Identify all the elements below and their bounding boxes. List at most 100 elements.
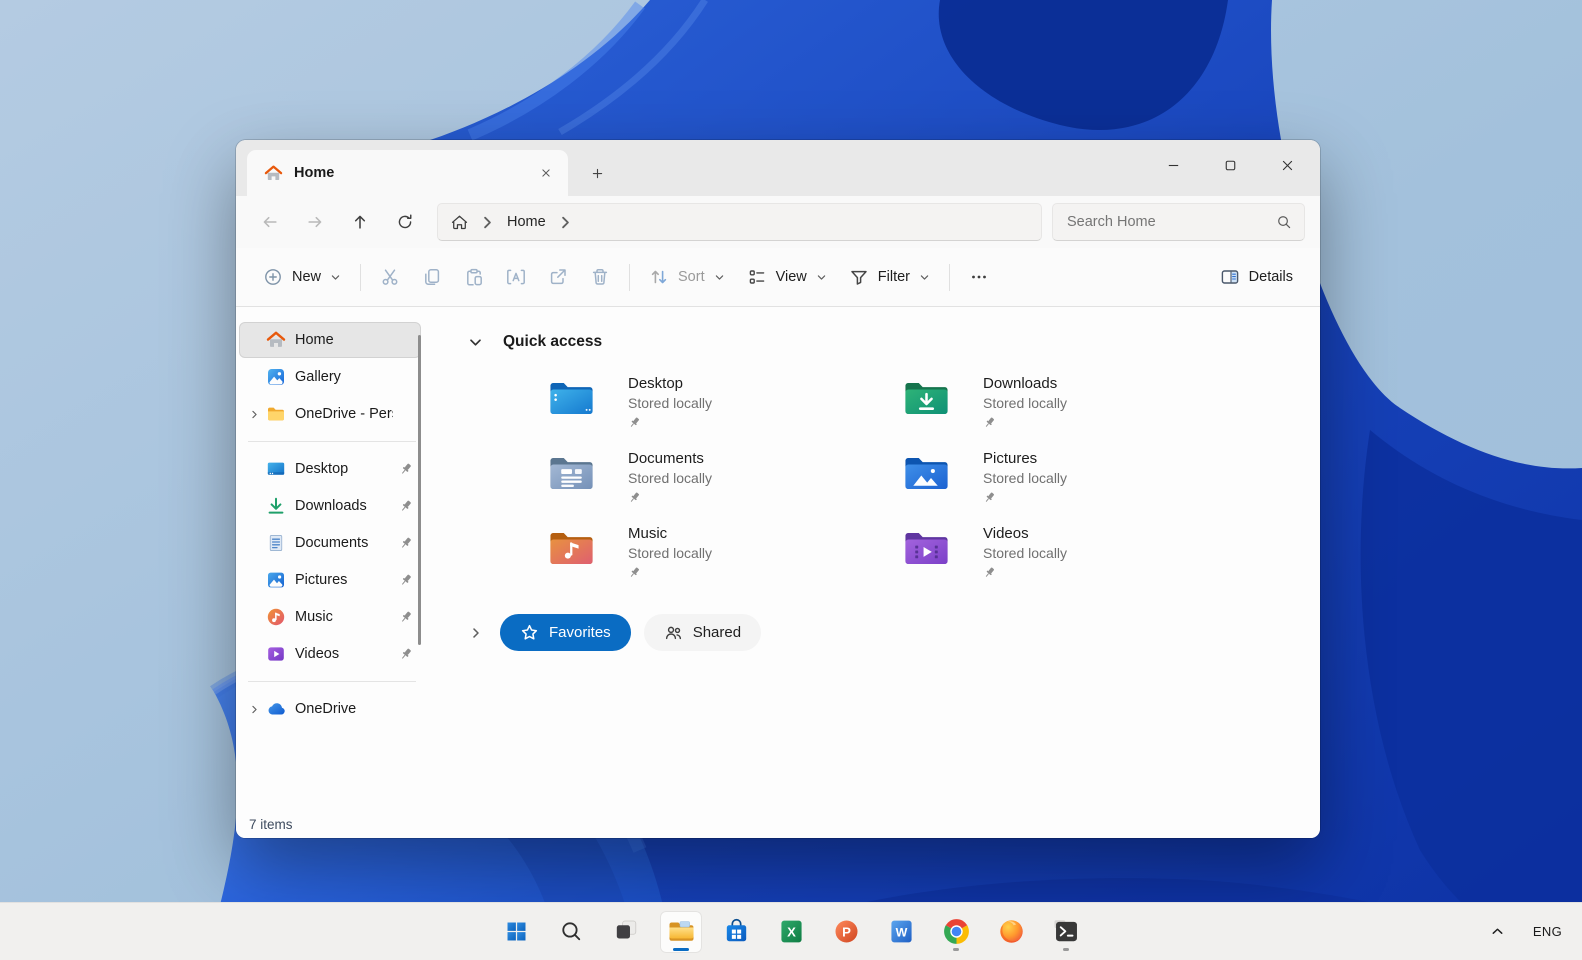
navigation-bar: Home: [236, 196, 1320, 248]
new-button[interactable]: New: [252, 259, 352, 296]
up-arrow-icon: [351, 213, 369, 231]
chevron-down-icon[interactable]: [468, 335, 483, 350]
sidebar-top-group: Home Gallery OneDrive - Personal: [236, 323, 428, 431]
see-more-button[interactable]: [960, 259, 998, 296]
filter-button[interactable]: Filter: [838, 259, 941, 296]
details-button[interactable]: Details: [1209, 259, 1304, 296]
pin-icon: [399, 573, 413, 587]
folder-tile[interactable]: Desktop Stored locally: [548, 375, 903, 440]
new-tab-button[interactable]: [582, 158, 612, 188]
explorer-tab-home[interactable]: Home: [247, 150, 568, 196]
new-label: New: [292, 269, 321, 285]
sidebar-item-label: Music: [295, 609, 393, 625]
folder-name: Downloads: [983, 375, 1067, 392]
folder-status: Stored locally: [983, 395, 1067, 411]
delete-button[interactable]: [581, 259, 619, 296]
section-pill-label: Shared: [693, 624, 741, 641]
taskbar-indicator: [953, 948, 959, 951]
taskbar-button[interactable]: [550, 911, 592, 953]
sort-icon: [649, 267, 669, 287]
folder-tile[interactable]: Documents Stored locally: [548, 450, 903, 515]
folder-name: Pictures: [983, 450, 1067, 467]
chevron-right-icon[interactable]: [469, 626, 483, 640]
svg-text:W: W: [895, 926, 907, 940]
language-indicator[interactable]: ENG: [1533, 924, 1562, 939]
pin-icon: [399, 610, 413, 624]
filter-label: Filter: [878, 269, 910, 285]
sidebar-item[interactable]: OneDrive - Personal: [240, 397, 420, 431]
chrome-icon: [941, 916, 972, 947]
sidebar-item-label: Desktop: [295, 461, 393, 477]
search-input[interactable]: [1065, 213, 1276, 231]
sidebar-item[interactable]: Pictures: [240, 563, 420, 597]
firefox-icon: [996, 916, 1027, 947]
back-button[interactable]: [251, 204, 288, 240]
section-pill-label: Favorites: [549, 624, 611, 641]
sidebar-item[interactable]: Downloads: [240, 489, 420, 523]
folder-tile[interactable]: Music Stored locally: [548, 525, 903, 590]
taskbar-button[interactable]: [605, 911, 647, 953]
sidebar-library-group: Desktop Downloads Documents: [236, 452, 428, 671]
sidebar-item[interactable]: Videos: [240, 637, 420, 671]
chevron-down-icon: [330, 272, 341, 283]
view-button[interactable]: View: [736, 259, 838, 296]
sidebar-item[interactable]: Home: [240, 323, 420, 357]
maximize-button[interactable]: [1207, 147, 1253, 183]
sidebar-item[interactable]: Documents: [240, 526, 420, 560]
taskbar-button[interactable]: [935, 911, 977, 953]
taskbar-button[interactable]: P: [825, 911, 867, 953]
title-bar[interactable]: Home: [236, 140, 1320, 196]
taskbar-button[interactable]: [1045, 911, 1087, 953]
show-hidden-icons-chevron[interactable]: [1490, 924, 1505, 939]
close-window-button[interactable]: [1264, 147, 1310, 183]
chevron-right-icon[interactable]: [244, 703, 265, 715]
refresh-button[interactable]: [386, 204, 423, 240]
taskbar-button[interactable]: [715, 911, 757, 953]
up-button[interactable]: [341, 204, 378, 240]
search-box[interactable]: [1052, 203, 1305, 241]
store-icon: [721, 916, 752, 947]
section-pill[interactable]: Shared: [644, 614, 761, 651]
folder-name: Videos: [983, 525, 1067, 542]
taskbar-button[interactable]: W: [880, 911, 922, 953]
sidebar-scrollbar[interactable]: [418, 335, 421, 645]
chevron-right-icon: [479, 214, 496, 231]
music-icon: [266, 607, 286, 627]
minimize-button[interactable]: [1150, 147, 1196, 183]
tab-close-button[interactable]: [532, 159, 560, 187]
pin-icon: [983, 491, 996, 504]
quick-access-header[interactable]: Quick access: [468, 331, 1320, 353]
taskbar-icons: X P W: [495, 911, 1087, 953]
folder-documents-icon: [548, 453, 595, 494]
breadcrumb-segment[interactable]: Home: [507, 214, 546, 230]
sort-label: Sort: [678, 269, 705, 285]
sidebar-item-label: Pictures: [295, 572, 393, 588]
file-explorer-window: Home: [236, 140, 1320, 838]
cut-button[interactable]: [371, 259, 409, 296]
word-icon: W: [886, 916, 917, 947]
copy-button[interactable]: [413, 259, 451, 296]
paste-button[interactable]: [455, 259, 493, 296]
rename-button[interactable]: [497, 259, 535, 296]
taskbar-button[interactable]: [660, 911, 702, 953]
sidebar-item[interactable]: Gallery: [240, 360, 420, 394]
forward-button[interactable]: [296, 204, 333, 240]
folder-videos-icon: [903, 528, 950, 569]
address-bar[interactable]: Home: [437, 203, 1042, 241]
sidebar-item[interactable]: OneDrive: [240, 692, 420, 726]
taskbar-button[interactable]: [990, 911, 1032, 953]
search-task-icon: [556, 916, 587, 947]
share-button[interactable]: [539, 259, 577, 296]
chevron-right-icon[interactable]: [244, 408, 265, 420]
folder-tile[interactable]: Videos Stored locally: [903, 525, 1258, 590]
section-pill[interactable]: Favorites: [500, 614, 631, 651]
more-options-icon: [969, 267, 989, 287]
sidebar-item-label: Downloads: [295, 498, 393, 514]
folder-tile[interactable]: Pictures Stored locally: [903, 450, 1258, 515]
sidebar-item[interactable]: Music: [240, 600, 420, 634]
sidebar-item[interactable]: Desktop: [240, 452, 420, 486]
taskbar-button[interactable]: [495, 911, 537, 953]
taskbar-button[interactable]: X: [770, 911, 812, 953]
folder-tile[interactable]: Downloads Stored locally: [903, 375, 1258, 440]
sort-button[interactable]: Sort: [638, 259, 736, 296]
